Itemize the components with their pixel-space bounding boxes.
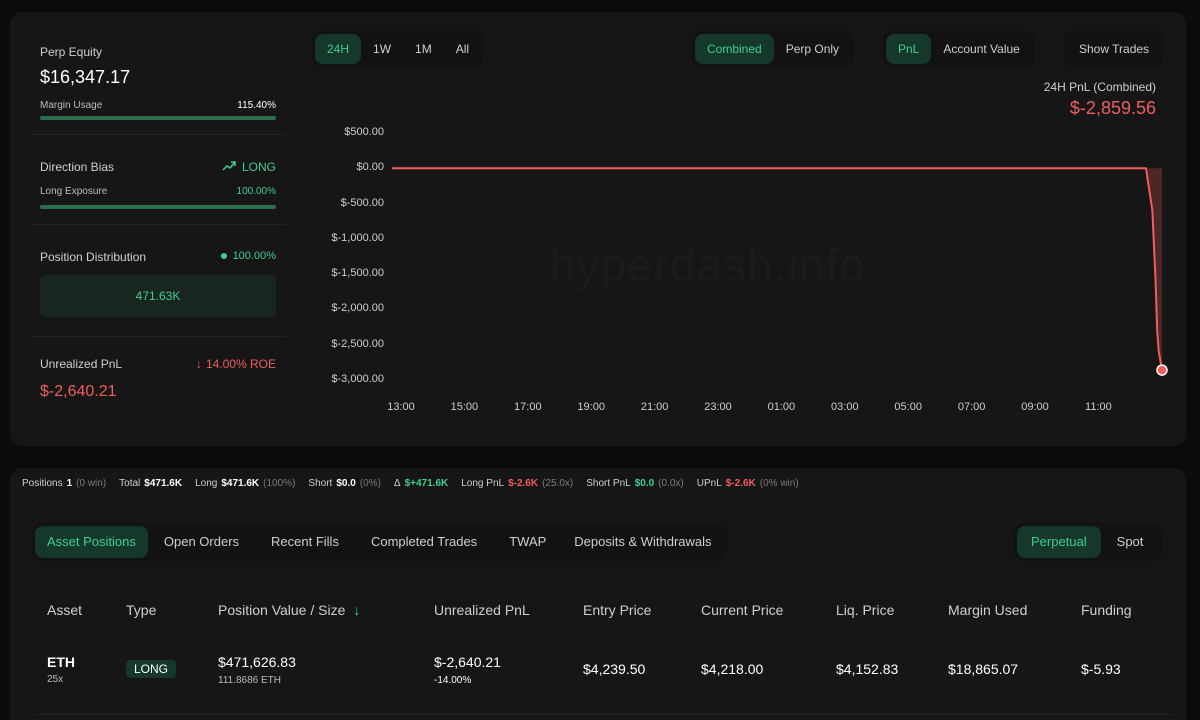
stat-item: Long PnL $-2.6K (25.0x): [461, 478, 573, 489]
stats-bar: Positions 1 (0 win) Total $471.6K Long $471.6K…: [22, 478, 799, 489]
market-tabs: Perpetual Spot: [1014, 523, 1163, 561]
row-unrealized-pnl: $-2,640.21: [434, 654, 501, 670]
pnl-end-point[interactable]: [1156, 364, 1168, 376]
tab-twap[interactable]: TWAP: [493, 526, 562, 558]
margin-used: $18,865.07: [948, 661, 1019, 677]
stat-value: $+471.6K: [404, 478, 449, 489]
tab-asset-positions[interactable]: Asset Positions: [35, 526, 148, 558]
stat-label: Long PnL: [461, 478, 505, 489]
stat-value: $471.6K: [144, 478, 183, 489]
pnl-chart: [392, 167, 1168, 376]
stat-label: Δ: [393, 478, 401, 489]
tab-spot[interactable]: Spot: [1101, 526, 1160, 558]
stat-item: UPnL $-2.6K (0% win): [697, 478, 799, 489]
funding: $-5.93: [1081, 661, 1121, 677]
stat-extra: (25.0x): [542, 478, 574, 489]
tab-completed-trades[interactable]: Completed Trades: [355, 526, 493, 558]
stat-value: $471.6K: [221, 478, 260, 489]
position-tabs: Asset Positions Open Orders Recent Fills…: [32, 523, 727, 561]
stat-label: UPnL: [696, 478, 722, 489]
stat-item: Positions 1 (0 win): [22, 478, 106, 489]
stat-value: $-2.6K: [508, 478, 539, 489]
position-size: 111.8686 ETH: [218, 675, 282, 686]
col-current-price[interactable]: Current Price: [701, 602, 783, 618]
stat-extra: (0% win): [759, 478, 799, 489]
col-position-value-label: Position Value / Size: [218, 602, 346, 618]
stat-extra: (0 win): [76, 478, 107, 489]
stat-extra: (0.0x): [658, 478, 684, 489]
col-funding[interactable]: Funding: [1081, 602, 1132, 618]
col-asset[interactable]: Asset: [47, 602, 82, 618]
stat-label: Short: [308, 478, 333, 489]
stat-item: Total $471.6K: [119, 478, 182, 489]
col-type[interactable]: Type: [126, 602, 156, 618]
col-entry-price[interactable]: Entry Price: [583, 602, 651, 618]
stat-label: Total: [119, 478, 141, 489]
liq-price: $4,152.83: [836, 661, 899, 677]
asset-leverage: 25x: [47, 674, 64, 685]
pnl-line: [392, 167, 1163, 371]
col-liq-price[interactable]: Liq. Price: [836, 602, 894, 618]
sort-down-icon: ↓: [353, 602, 361, 618]
stat-value: 1: [66, 478, 73, 489]
tab-deposits-withdrawals[interactable]: Deposits & Withdrawals: [562, 526, 723, 558]
stat-value: $-2.6K: [725, 478, 756, 489]
current-price: $4,218.00: [701, 661, 764, 677]
tab-recent-fills[interactable]: Recent Fills: [255, 526, 355, 558]
stat-item: Long $471.6K (100%): [195, 478, 295, 489]
stat-item: Δ $+471.6K: [394, 478, 448, 489]
col-margin-used[interactable]: Margin Used: [948, 602, 1027, 618]
stat-label: Long: [195, 478, 218, 489]
pnl-area: [392, 168, 1162, 371]
asset-symbol: ETH: [47, 654, 75, 670]
positions-panel: [10, 468, 1186, 720]
row-unrealized-pct: -14.00%: [434, 675, 472, 686]
stat-label: Positions: [22, 478, 63, 489]
stat-extra: (100%): [263, 478, 296, 489]
stat-label: Short PnL: [586, 478, 631, 489]
row-divider: [34, 714, 1174, 715]
type-badge: LONG: [126, 660, 177, 678]
stat-value: $0.0: [336, 478, 356, 489]
entry-price: $4,239.50: [583, 661, 646, 677]
tab-perpetual[interactable]: Perpetual: [1017, 526, 1101, 558]
stat-item: Short $0.0 (0%): [308, 478, 381, 489]
stat-value: $0.0: [634, 478, 655, 489]
col-unrealized-pnl[interactable]: Unrealized PnL: [434, 602, 530, 618]
stat-item: Short PnL $0.0 (0.0x): [586, 478, 684, 489]
position-value: $471,626.83: [218, 654, 296, 670]
col-position-value[interactable]: Position Value / Size ↓: [218, 602, 360, 618]
tab-open-orders[interactable]: Open Orders: [148, 526, 255, 558]
stat-extra: (0%): [359, 478, 381, 489]
